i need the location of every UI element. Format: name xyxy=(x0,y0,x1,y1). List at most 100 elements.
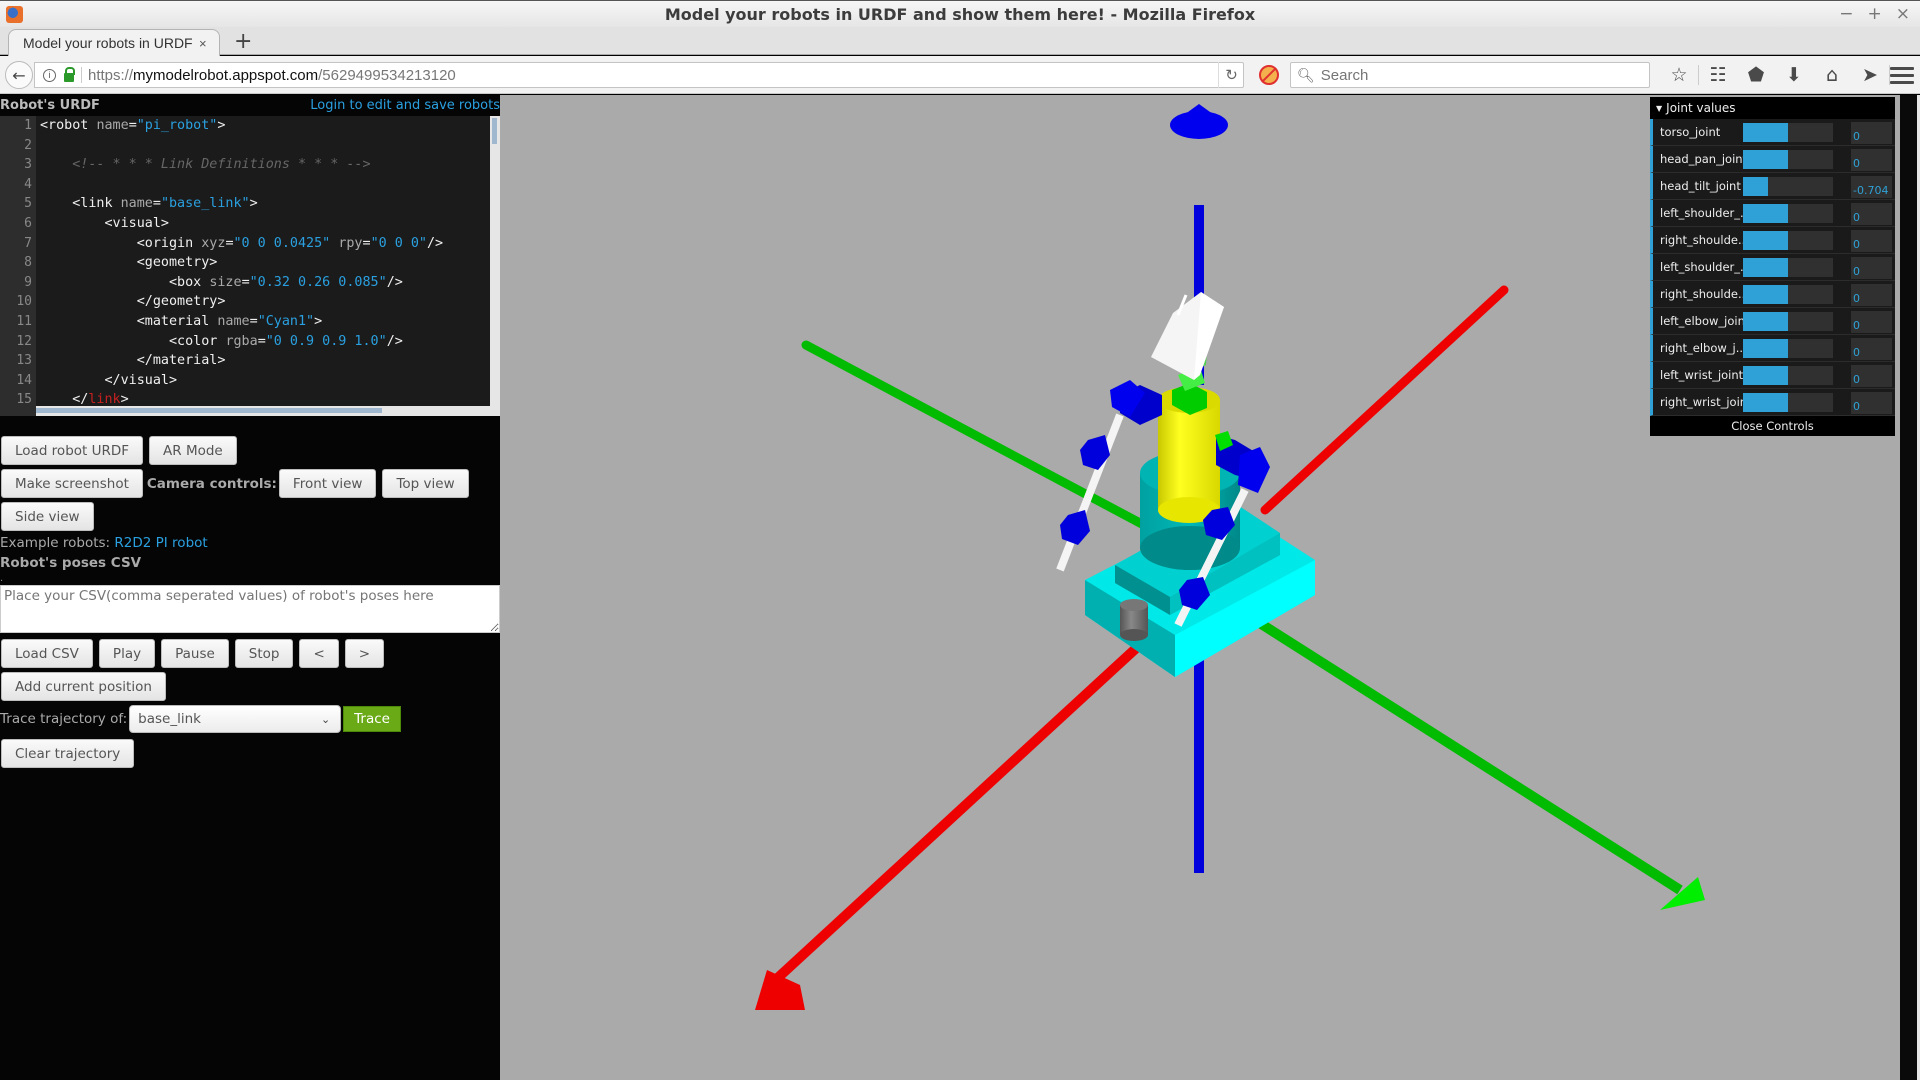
joint-slider-fill xyxy=(1743,149,1788,169)
code-line[interactable]: <box size="0.32 0.26 0.085"/> xyxy=(40,273,490,293)
home-icon[interactable]: ⌂ xyxy=(1813,64,1851,86)
code-line[interactable]: <link name="base_link"> xyxy=(40,194,490,214)
code-line[interactable]: </geometry> xyxy=(40,292,490,312)
joint-value-input[interactable]: 0 xyxy=(1851,149,1892,171)
joint-name: head_pan_joint xyxy=(1660,152,1743,166)
joint-slider[interactable] xyxy=(1743,284,1833,304)
joint-value-input[interactable]: 0 xyxy=(1851,257,1892,279)
pocket-icon[interactable]: ⬟ xyxy=(1737,64,1775,86)
code-line[interactable]: </visual> xyxy=(40,371,490,391)
line-number: 11 xyxy=(16,313,32,329)
code-line[interactable]: <material name="Cyan1"> xyxy=(40,312,490,332)
add-current-position-button[interactable]: Add current position xyxy=(1,672,166,701)
menu-icon[interactable] xyxy=(1890,64,1914,86)
code-line[interactable]: <geometry> xyxy=(40,253,490,273)
line-number: 3 xyxy=(24,157,32,173)
ar-mode-button[interactable]: AR Mode xyxy=(149,436,237,465)
url-text[interactable]: https://mymodelrobot.appspot.com/5629499… xyxy=(88,67,456,84)
joint-row: left_wrist_joint 0 xyxy=(1650,362,1895,389)
joint-slider[interactable] xyxy=(1743,311,1833,331)
search-input[interactable] xyxy=(1320,66,1641,84)
tab-close-icon[interactable]: × xyxy=(199,36,207,51)
front-view-button[interactable]: Front view xyxy=(278,469,377,498)
code-line[interactable]: <visual> xyxy=(40,214,490,234)
reading-list-icon[interactable]: ☷ xyxy=(1699,64,1737,86)
example-r2d2-link[interactable]: R2D2 xyxy=(114,535,151,551)
joint-slider[interactable] xyxy=(1743,176,1833,196)
joint-values-header[interactable]: ▼ Joint values xyxy=(1650,97,1895,119)
joint-slider[interactable] xyxy=(1743,392,1833,412)
code-line[interactable]: <!-- * * * Link Definitions * * * --> xyxy=(40,155,490,175)
code-line[interactable]: <origin xyz="0 0 0.0425" rpy="0 0 0"/> xyxy=(40,234,490,254)
previous-pose-button[interactable]: < xyxy=(299,639,339,668)
info-icon[interactable]: i xyxy=(43,68,56,82)
camera-controls-label: Camera controls: xyxy=(146,475,277,492)
tracking-protection-icon[interactable] xyxy=(1259,65,1279,85)
joint-name: left_elbow_joint xyxy=(1660,314,1743,328)
joint-slider-fill xyxy=(1743,257,1788,277)
code-line[interactable]: <color rgba="0 0.9 0.9 1.0"/> xyxy=(40,332,490,352)
send-tab-icon[interactable]: ➤ xyxy=(1851,64,1889,86)
poses-csv-input[interactable] xyxy=(0,585,500,633)
new-tab-button[interactable]: + xyxy=(234,29,252,54)
code-line[interactable]: <robot name="pi_robot"> xyxy=(40,116,490,136)
star-icon[interactable]: ☆ xyxy=(1660,64,1698,86)
close-window-button[interactable]: × xyxy=(1896,4,1910,24)
joint-value-input[interactable]: 0 xyxy=(1851,122,1892,144)
pause-button[interactable]: Pause xyxy=(161,639,229,668)
login-link[interactable]: Login to edit and save robots xyxy=(310,98,500,113)
joint-value-input[interactable]: 0 xyxy=(1851,338,1892,360)
load-csv-button[interactable]: Load CSV xyxy=(1,639,93,668)
3d-viewport[interactable]: ▼ Joint values torso_joint 0 head_pan_join… xyxy=(500,95,1900,1080)
joint-value-input[interactable]: 0 xyxy=(1851,365,1892,387)
clear-trajectory-button[interactable]: Clear trajectory xyxy=(1,739,135,768)
joint-slider[interactable] xyxy=(1743,203,1833,223)
joint-name: right_shoulde... xyxy=(1660,233,1743,247)
back-button[interactable]: ← xyxy=(5,61,33,89)
code-line[interactable]: </material> xyxy=(40,351,490,371)
urdf-buttons-row: Load robot URDF AR Mode xyxy=(1,434,500,467)
url-bar[interactable]: i https://mymodelrobot.appspot.com/56294… xyxy=(34,62,1244,88)
example-pi-robot-link[interactable]: PI robot xyxy=(156,535,208,551)
trace-button[interactable]: Trace xyxy=(343,706,401,732)
top-view-button[interactable]: Top view xyxy=(382,469,469,498)
joint-slider[interactable] xyxy=(1743,257,1833,277)
minimize-button[interactable]: − xyxy=(1839,4,1853,24)
editor-horizontal-scrollbar[interactable] xyxy=(36,406,491,416)
search-icon: 🔍︎ xyxy=(1297,66,1315,83)
tab-active[interactable]: Model your robots in URDF × xyxy=(8,29,220,56)
code-content[interactable]: <robot name="pi_robot"> <!-- * * * Link … xyxy=(40,116,490,410)
urdf-code-editor[interactable]: 1 2 3 4 5 6 7 8 9 10 11 12 13 14 15 <robot name="pi_ro… xyxy=(0,116,500,416)
firefox-icon xyxy=(6,6,23,23)
joint-value-input[interactable]: 0 xyxy=(1851,284,1892,306)
close-controls-button[interactable]: Close Controls xyxy=(1650,416,1895,436)
joint-value-input[interactable]: 0 xyxy=(1851,230,1892,252)
joint-row: right_elbow_j... 0 xyxy=(1650,335,1895,362)
code-line[interactable] xyxy=(40,136,490,156)
joint-slider[interactable] xyxy=(1743,365,1833,385)
joint-slider[interactable] xyxy=(1743,230,1833,250)
maximize-button[interactable]: + xyxy=(1868,4,1882,24)
joint-slider-fill xyxy=(1743,284,1788,304)
trace-link-select[interactable]: base_link ⌄ xyxy=(129,705,342,733)
joint-value-input[interactable]: -0.704 xyxy=(1851,176,1892,198)
joint-value-input[interactable]: 0 xyxy=(1851,311,1892,333)
next-pose-button[interactable]: > xyxy=(344,639,385,668)
window-controls: − + × xyxy=(1839,4,1910,24)
search-bar[interactable]: 🔍︎ xyxy=(1290,62,1650,88)
joint-slider[interactable] xyxy=(1743,149,1833,169)
reload-icon[interactable]: ↻ xyxy=(1218,62,1244,88)
download-icon[interactable]: ⬇ xyxy=(1775,64,1813,86)
joint-value-input[interactable]: 0 xyxy=(1851,203,1892,225)
code-line[interactable] xyxy=(40,175,490,195)
make-screenshot-button[interactable]: Make screenshot xyxy=(1,469,143,498)
stop-button[interactable]: Stop xyxy=(234,639,294,668)
editor-vertical-scrollbar[interactable] xyxy=(490,116,500,416)
joint-slider[interactable] xyxy=(1743,122,1833,142)
joint-slider[interactable] xyxy=(1743,338,1833,358)
side-view-button[interactable]: Side view xyxy=(1,502,94,531)
url-path: /5629499534213120 xyxy=(318,66,456,84)
load-robot-urdf-button[interactable]: Load robot URDF xyxy=(1,436,144,465)
play-button[interactable]: Play xyxy=(98,639,156,668)
joint-value-input[interactable]: 0 xyxy=(1851,392,1892,414)
